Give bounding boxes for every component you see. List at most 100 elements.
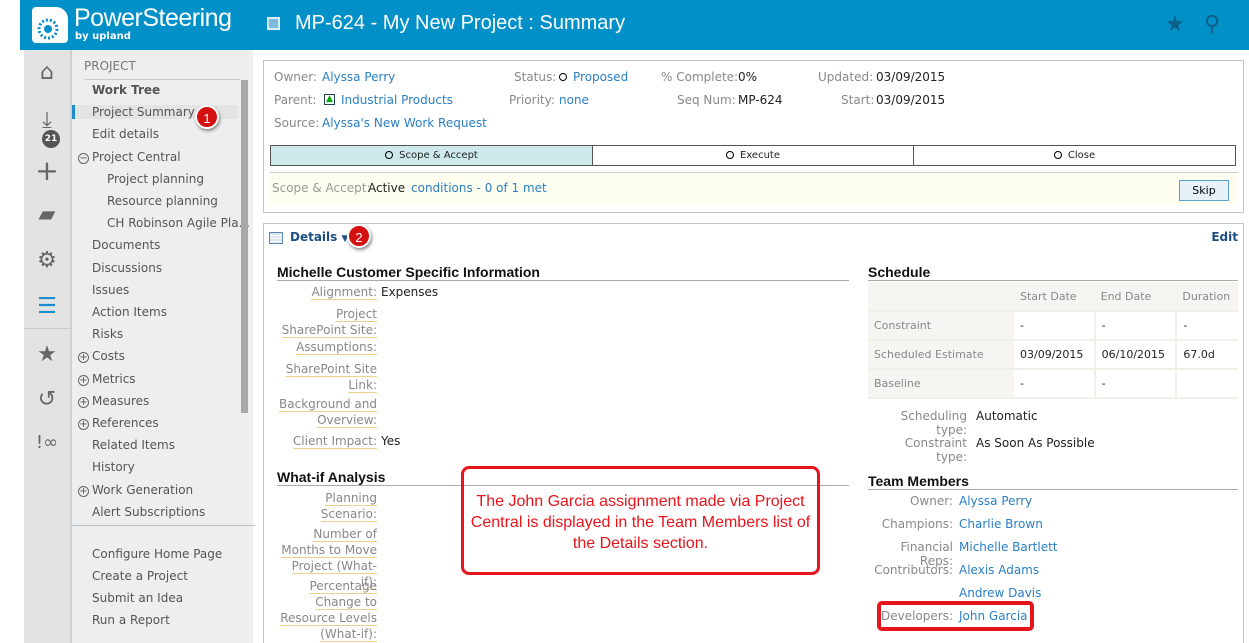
scheduling-type: Automatic xyxy=(976,409,1038,423)
powersteering-logo-icon[interactable] xyxy=(32,7,68,43)
gear-icon[interactable]: ⚙ xyxy=(24,248,70,273)
field-label: Client Impact: xyxy=(292,434,377,449)
team-member-link[interactable]: Andrew Davis xyxy=(959,586,1041,600)
stage-execute[interactable]: Execute xyxy=(592,145,914,166)
brand-sub: by upland xyxy=(75,31,131,42)
expand-icon[interactable]: + xyxy=(78,485,89,497)
field-label: Alignment: xyxy=(311,285,377,300)
skip-button[interactable]: Skip xyxy=(1179,180,1229,201)
schedule-table: Start Date End Date Duration Constraint - - - S… xyxy=(868,282,1238,399)
team-member-link[interactable]: Michelle Bartlett xyxy=(959,540,1058,554)
project-icon xyxy=(267,17,280,30)
page-title: MP-624 - My New Project : Summary xyxy=(295,12,626,34)
column-header: Start Date xyxy=(1014,282,1095,312)
star-icon[interactable]: ★ xyxy=(24,342,70,367)
schedule-cell: 06/10/2015 xyxy=(1094,340,1178,370)
nav-item-edit-details[interactable]: Edit details xyxy=(92,127,159,141)
expand-icon[interactable]: + xyxy=(78,352,89,364)
brand-name: PowerSteering xyxy=(74,4,232,32)
column-header: Duration xyxy=(1176,282,1238,312)
percent-complete: 0% xyxy=(738,70,758,84)
gate-status: Active xyxy=(368,181,406,195)
nav-item-work-tree[interactable]: Work Tree xyxy=(92,83,160,97)
nav-footer-link[interactable]: Configure Home Page xyxy=(92,547,222,561)
nav-footer-link[interactable]: Submit an Idea xyxy=(92,591,183,605)
nav-item-alert-subscriptions[interactable]: Alert Subscriptions xyxy=(92,505,205,519)
gate-bar: Scope & Accept: Active conditions - 0 of… xyxy=(270,172,1238,205)
location-pin-icon[interactable]: ⚲ xyxy=(1204,12,1220,37)
field-label: Project SharePoint Site: xyxy=(281,307,377,338)
team-member-link[interactable]: Charlie Brown xyxy=(959,517,1043,531)
field-label: Assumptions: xyxy=(296,340,377,355)
owner-link[interactable]: Alyssa Perry xyxy=(322,70,395,84)
nav-item-discussions[interactable]: Discussions xyxy=(92,261,162,275)
start-date: 03/09/2015 xyxy=(876,93,946,107)
schedule-row: Constraint - - - xyxy=(868,311,1238,341)
developer-highlight-box xyxy=(877,601,1034,631)
icon-rail: ⌂ ⤓ 21 + ▰ ⚙ ☰ ★ ↺ !∞ xyxy=(24,50,70,643)
nav-footer-link[interactable]: Run a Report xyxy=(92,613,170,627)
star-icon[interactable]: ★ xyxy=(1165,12,1185,37)
inbox-icon[interactable]: ⤓ xyxy=(24,108,70,133)
team-role-label: Owner: xyxy=(909,494,953,508)
schedule-row: Scheduled Estimate 03/09/2015 06/10/2015 67… xyxy=(868,340,1238,370)
field-value: Expenses xyxy=(381,285,439,299)
expand-icon[interactable]: + xyxy=(78,396,89,408)
step-badge-1: 1 xyxy=(195,105,219,129)
nav-item-project-central[interactable]: − Project Central xyxy=(78,150,181,164)
history-icon[interactable]: ↺ xyxy=(24,387,70,412)
top-bar: PowerSteering by upland MP-624 - My New … xyxy=(20,0,1249,50)
schedule-cell: 67.0d xyxy=(1176,340,1238,370)
work-tree-icon[interactable]: ☰ xyxy=(24,294,70,319)
nav-item-work-generation[interactable]: + Work Generation xyxy=(78,483,193,497)
nav-item-references[interactable]: + References xyxy=(78,416,159,430)
stage-close[interactable]: Close xyxy=(913,145,1236,166)
constraint-type: As Soon As Possible xyxy=(976,436,1095,450)
annotation-callout: The John Garcia assignment made via Proj… xyxy=(461,466,820,575)
seq-num: MP-624 xyxy=(738,93,783,107)
nav-item-issues[interactable]: Issues xyxy=(92,283,129,297)
schedule-cell: - xyxy=(1094,369,1178,399)
field-value: Yes xyxy=(381,434,401,448)
conditions-link[interactable]: conditions - 0 of 1 met xyxy=(411,181,547,195)
details-panel: Details ▼ Edit Michelle Customer Specifi… xyxy=(263,223,1244,643)
alert-link-icon[interactable]: !∞ xyxy=(24,432,70,453)
team-member-link[interactable]: Alyssa Perry xyxy=(959,494,1032,508)
nav-footer-link[interactable]: Create a Project xyxy=(92,569,188,583)
nav-item-risks[interactable]: Risks xyxy=(92,327,123,341)
nav-item-metrics[interactable]: + Metrics xyxy=(78,372,136,386)
nav-item-costs[interactable]: + Costs xyxy=(78,349,125,364)
nav-scrollbar[interactable] xyxy=(241,80,248,413)
schedule-cell: - xyxy=(1014,311,1096,341)
nav-item-project-planning[interactable]: Project planning xyxy=(107,172,204,186)
whatif-field-label: Percentage Change to Resource Levels (Wh… xyxy=(280,579,377,642)
source-link[interactable]: Alyssa's New Work Request xyxy=(322,116,487,130)
details-dropdown[interactable]: Details ▼ xyxy=(290,230,348,244)
nav-item-documents[interactable]: Documents xyxy=(92,238,160,252)
schedule-row: Baseline - - xyxy=(868,369,1238,399)
field-label: SharePoint Site Link: xyxy=(285,362,377,393)
plus-icon[interactable]: + xyxy=(24,154,70,187)
schedule-cell: - xyxy=(1014,369,1096,399)
column-header: End Date xyxy=(1094,282,1177,312)
nav-item-ch-robinson-agile-pla-[interactable]: CH Robinson Agile Pla... xyxy=(107,216,250,230)
expand-icon[interactable]: + xyxy=(78,419,89,430)
schedule-section-title: Schedule xyxy=(868,264,1238,281)
collapse-icon[interactable]: − xyxy=(78,152,89,164)
priority-link[interactable]: none xyxy=(559,93,589,107)
edit-link[interactable]: Edit xyxy=(1211,230,1238,244)
parent-link[interactable]: Industrial Products xyxy=(341,93,453,107)
nav-item-resource-planning[interactable]: Resource planning xyxy=(107,194,218,208)
details-table-icon xyxy=(269,232,283,244)
search-folder-icon[interactable]: ▰ xyxy=(24,202,70,227)
status-link[interactable]: Proposed xyxy=(573,70,628,84)
stage-scope-accept[interactable]: Scope & Accept xyxy=(270,145,593,166)
home-icon[interactable]: ⌂ xyxy=(24,60,70,85)
nav-item-measures[interactable]: + Measures xyxy=(78,394,149,408)
nav-item-action-items[interactable]: Action Items xyxy=(92,305,167,319)
nav-item-history[interactable]: History xyxy=(92,460,135,474)
row-label: Baseline xyxy=(868,369,1014,399)
team-member-link[interactable]: Alexis Adams xyxy=(959,563,1039,577)
nav-item-related-items[interactable]: Related Items xyxy=(92,438,175,452)
expand-icon[interactable]: + xyxy=(78,374,89,386)
